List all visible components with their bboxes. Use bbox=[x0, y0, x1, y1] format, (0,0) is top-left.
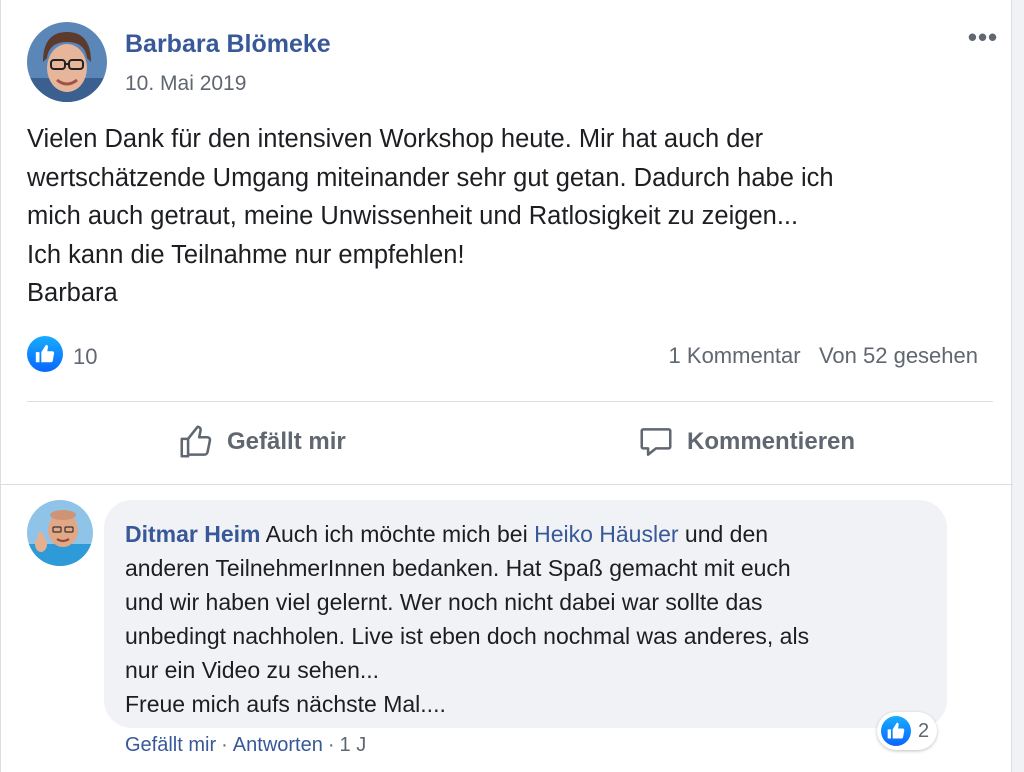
comment-text-line: und wir haben viel gelernt. Wer noch nic… bbox=[125, 589, 763, 615]
more-options-icon[interactable]: ••• bbox=[961, 22, 1005, 52]
post-text-line: Barbara bbox=[27, 279, 118, 307]
comment-reaction-count: 2 bbox=[918, 719, 930, 742]
like-count[interactable]: 10 bbox=[73, 344, 97, 370]
comment-button[interactable]: Kommentieren bbox=[637, 414, 855, 470]
comment-reactions[interactable]: 2 bbox=[877, 712, 938, 750]
comment-actions: Gefällt mir · Antworten · 1 J bbox=[125, 734, 366, 757]
divider bbox=[1, 484, 1013, 485]
comments-count-link[interactable]: 1 Kommentar bbox=[669, 343, 801, 368]
comment-text-line: nur ein Video zu sehen... bbox=[125, 657, 380, 683]
divider bbox=[27, 401, 993, 402]
comment-reply-link[interactable]: Antworten bbox=[233, 734, 323, 756]
separator: · bbox=[327, 734, 335, 756]
post-card: Barbara Blömeke 10. Mai 2019 ••• Vielen … bbox=[0, 0, 1013, 772]
comment-text-line: Ditmar Heim Auch ich möchte mich bei Hei… bbox=[125, 517, 935, 551]
like-reaction-icon bbox=[881, 716, 911, 746]
commenter-avatar[interactable] bbox=[27, 500, 93, 566]
post-text-line: mich auch getraut, meine Unwissenheit un… bbox=[27, 202, 799, 230]
like-button[interactable]: Gefällt mir bbox=[177, 414, 346, 470]
like-reaction-icon[interactable] bbox=[27, 336, 63, 372]
post-timestamp[interactable]: 10. Mai 2019 bbox=[125, 72, 246, 96]
thumbs-up-icon bbox=[180, 425, 212, 458]
comment-like-link[interactable]: Gefällt mir bbox=[125, 734, 216, 756]
comment-button-label: Kommentieren bbox=[687, 428, 856, 455]
comment-text-segment: und den bbox=[684, 521, 769, 547]
comment-text-segment: Auch ich möchte mich bei bbox=[265, 521, 528, 547]
comment-body: Ditmar Heim Auch ich möchte mich bei Hei… bbox=[125, 517, 935, 721]
comment-timestamp[interactable]: 1 J bbox=[340, 734, 367, 756]
comment-text-line: unbedingt nachholen. Live ist eben doch … bbox=[125, 623, 810, 649]
comment-text-line: Freue mich aufs nächste Mal.... bbox=[125, 691, 446, 717]
seen-count[interactable]: Von 52 gesehen bbox=[819, 343, 978, 368]
post-body: Vielen Dank für den intensiven Workshop … bbox=[27, 120, 987, 313]
author-name[interactable]: Barbara Blömeke bbox=[125, 30, 331, 59]
mention-link[interactable]: Heiko Häusler bbox=[534, 521, 678, 547]
post-stats: 1 Kommentar Von 52 gesehen bbox=[669, 343, 978, 369]
post-text-line: Vielen Dank für den intensiven Workshop … bbox=[27, 125, 764, 153]
post-text-line: Ich kann die Teilnahme nur empfehlen! bbox=[27, 240, 465, 269]
comment-text-line: anderen TeilnehmerInnen bedanken. Hat Sp… bbox=[125, 555, 791, 581]
separator: · bbox=[221, 734, 228, 756]
comment-bubble-icon bbox=[640, 428, 672, 456]
post-text-line: wertschätzende Umgang miteinander sehr g… bbox=[27, 163, 834, 192]
author-avatar[interactable] bbox=[27, 22, 107, 102]
like-button-label: Gefällt mir bbox=[227, 428, 346, 455]
commenter-name[interactable]: Ditmar Heim bbox=[125, 521, 260, 547]
